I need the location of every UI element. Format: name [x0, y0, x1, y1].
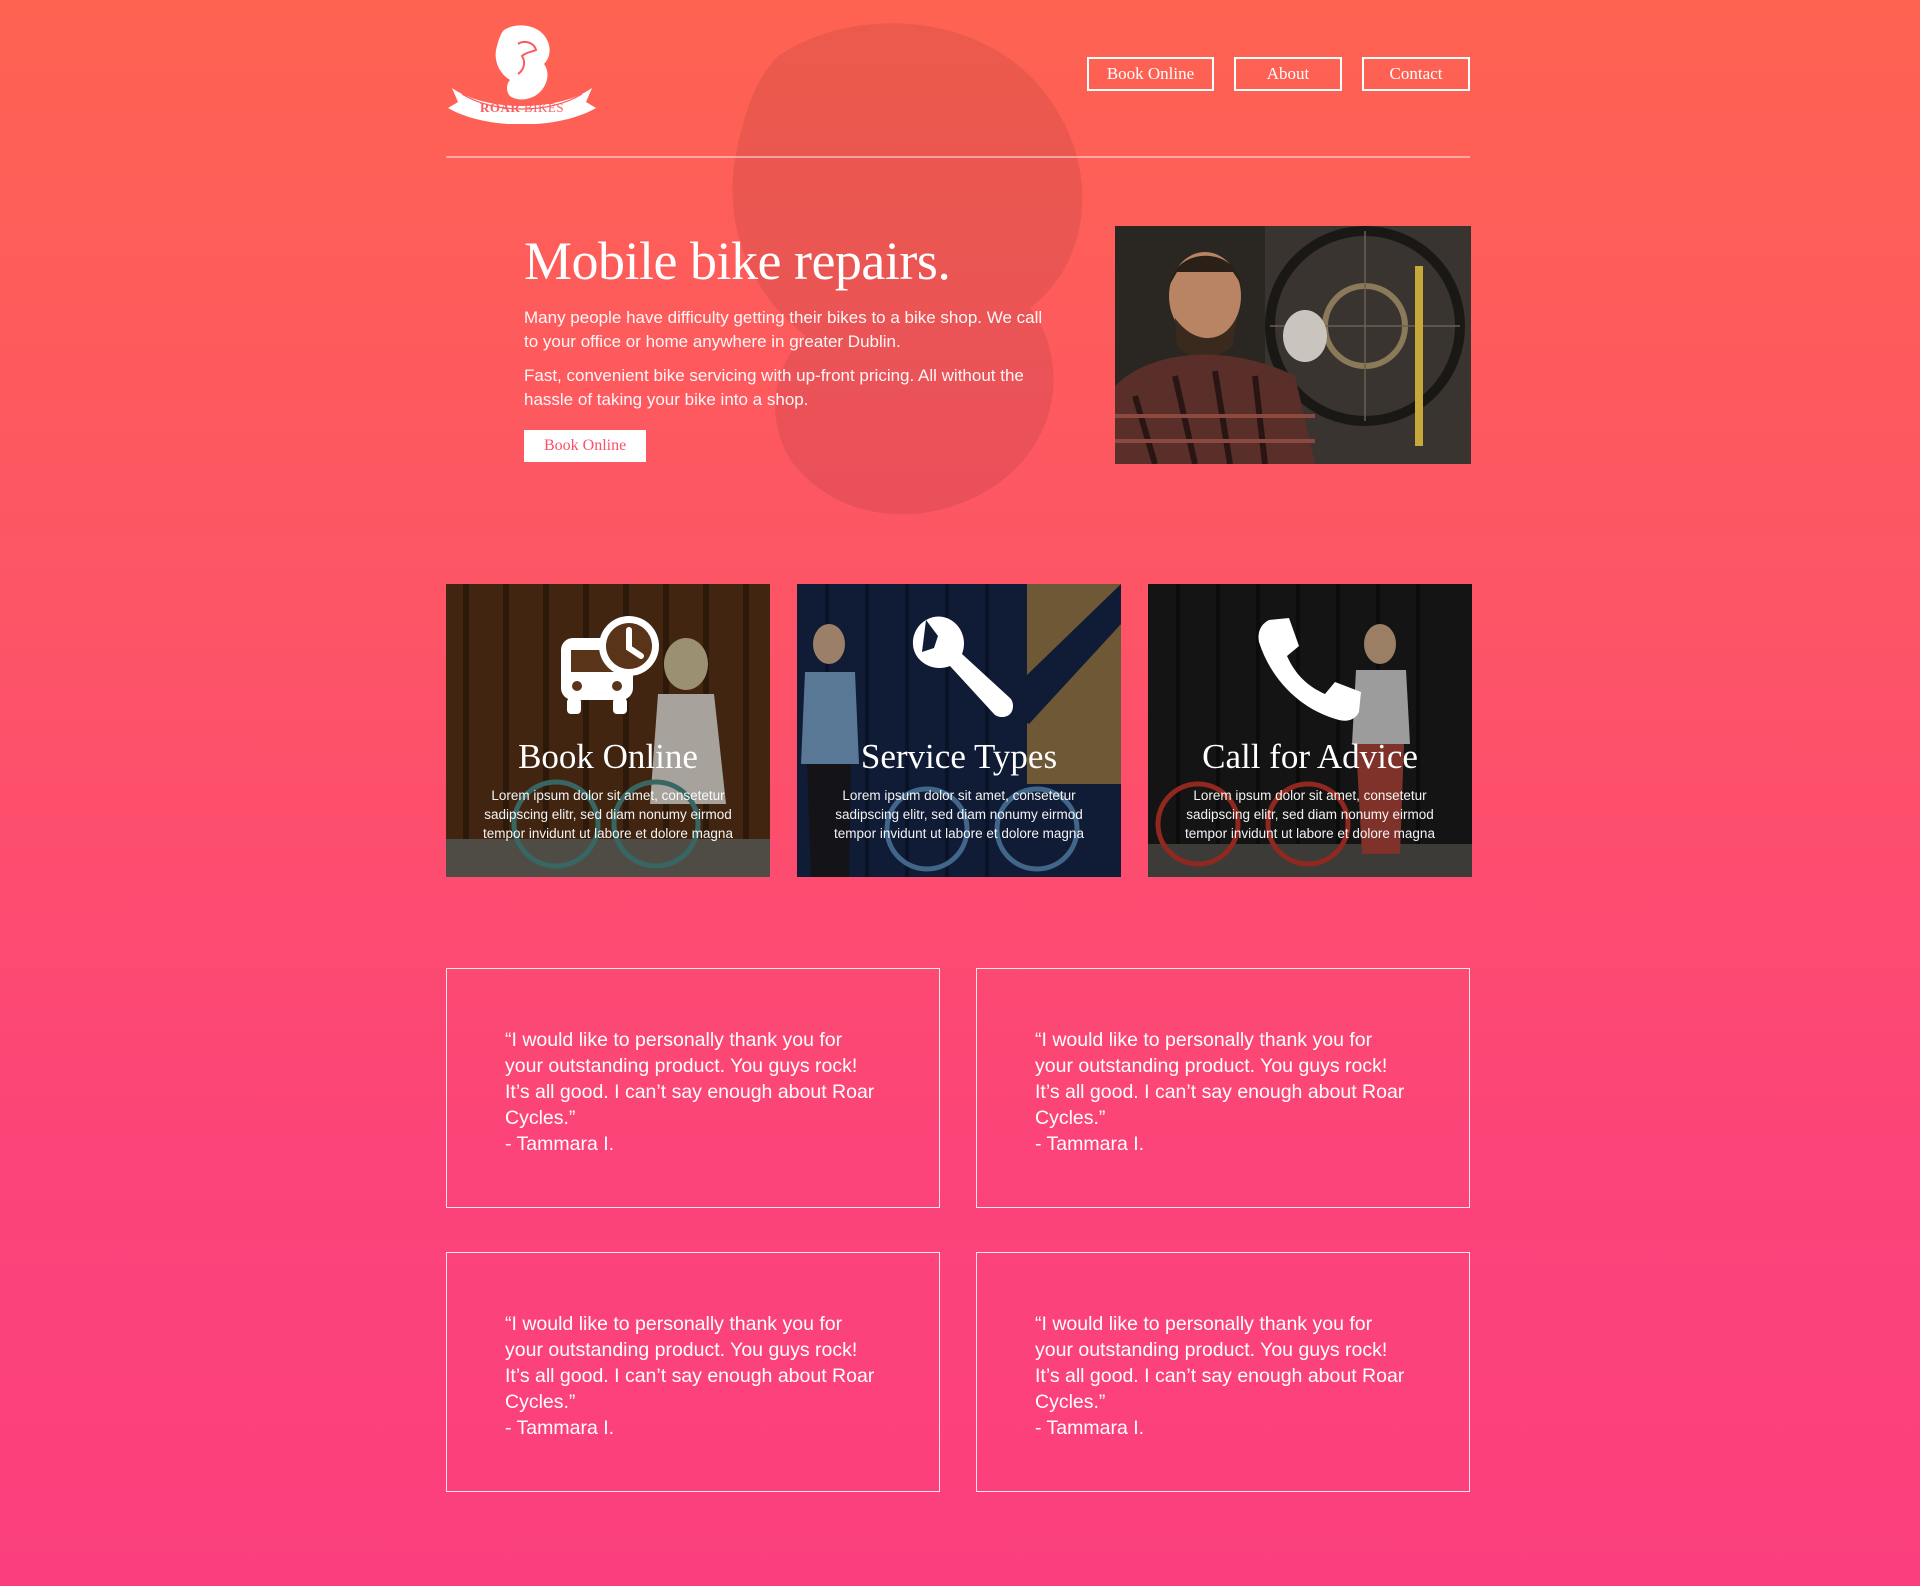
hero-title: Mobile bike repairs. [524, 231, 951, 291]
testimonial-author: - Tammara I. [1035, 1417, 1145, 1439]
service-title: Call for Advice [1202, 737, 1418, 776]
service-description: Lorem ipsum dolor sit amet, consetetur s… [483, 788, 733, 841]
service-card-service-types[interactable]: Service Types Lorem ipsum dolor sit amet… [797, 584, 1121, 877]
service-title: Book Online [518, 737, 698, 776]
site-header: ROAR BIKES Book Online About Contact [446, 0, 1470, 158]
testimonial-quote: “I would like to personally thank you fo… [1035, 1313, 1405, 1413]
wrench-icon [797, 614, 1121, 724]
logo-text-light: BIKES [523, 100, 565, 115]
hero-photo-mechanic [1115, 226, 1471, 464]
service-description: Lorem ipsum dolor sit amet, consetetur s… [834, 788, 1084, 841]
hero-paragraph-2: Fast, convenient bike servicing with up-… [524, 366, 1024, 409]
testimonial-quote: “I would like to personally thank you fo… [1035, 1029, 1405, 1129]
logo-text-bold: ROAR [479, 100, 521, 115]
service-card-call-for-advice[interactable]: Call for Advice Lorem ipsum dolor sit am… [1148, 584, 1472, 877]
testimonial-author: - Tammara I. [505, 1417, 615, 1439]
testimonial-author: - Tammara I. [1035, 1133, 1145, 1155]
testimonial-card: “I would like to personally thank you fo… [976, 1252, 1470, 1492]
hero-section: Mobile bike repairs. Many people have di… [524, 230, 1044, 462]
testimonial-card: “I would like to personally thank you fo… [976, 968, 1470, 1208]
testimonial-card: “I would like to personally thank you fo… [446, 968, 940, 1208]
nav-about-button[interactable]: About [1234, 57, 1342, 91]
hero-book-online-button[interactable]: Book Online [524, 430, 647, 462]
testimonial-quote: “I would like to personally thank you fo… [505, 1029, 875, 1129]
testimonials-section: “I would like to personally thank you fo… [446, 968, 1470, 1492]
hero-paragraph-1: Many people have difficulty getting thei… [524, 308, 1043, 351]
service-card-book-online[interactable]: Book Online Lorem ipsum dolor sit amet, … [446, 584, 770, 877]
testimonial-card: “I would like to personally thank you fo… [446, 1252, 940, 1492]
nav-contact-button[interactable]: Contact [1362, 57, 1470, 91]
phone-icon [1148, 614, 1472, 724]
services-section: Book Online Lorem ipsum dolor sit amet, … [446, 584, 1472, 877]
roar-bikes-logo[interactable]: ROAR BIKES [446, 22, 598, 125]
service-title: Service Types [860, 737, 1058, 776]
testimonial-quote: “I would like to personally thank you fo… [505, 1313, 875, 1413]
bus-clock-icon [446, 614, 770, 724]
logo-text: ROAR BIKES [446, 100, 598, 116]
nav-book-online-button[interactable]: Book Online [1087, 57, 1214, 91]
service-description: Lorem ipsum dolor sit amet, consetetur s… [1185, 788, 1435, 841]
main-nav: Book Online About Contact [1087, 57, 1470, 91]
testimonial-author: - Tammara I. [505, 1133, 615, 1155]
